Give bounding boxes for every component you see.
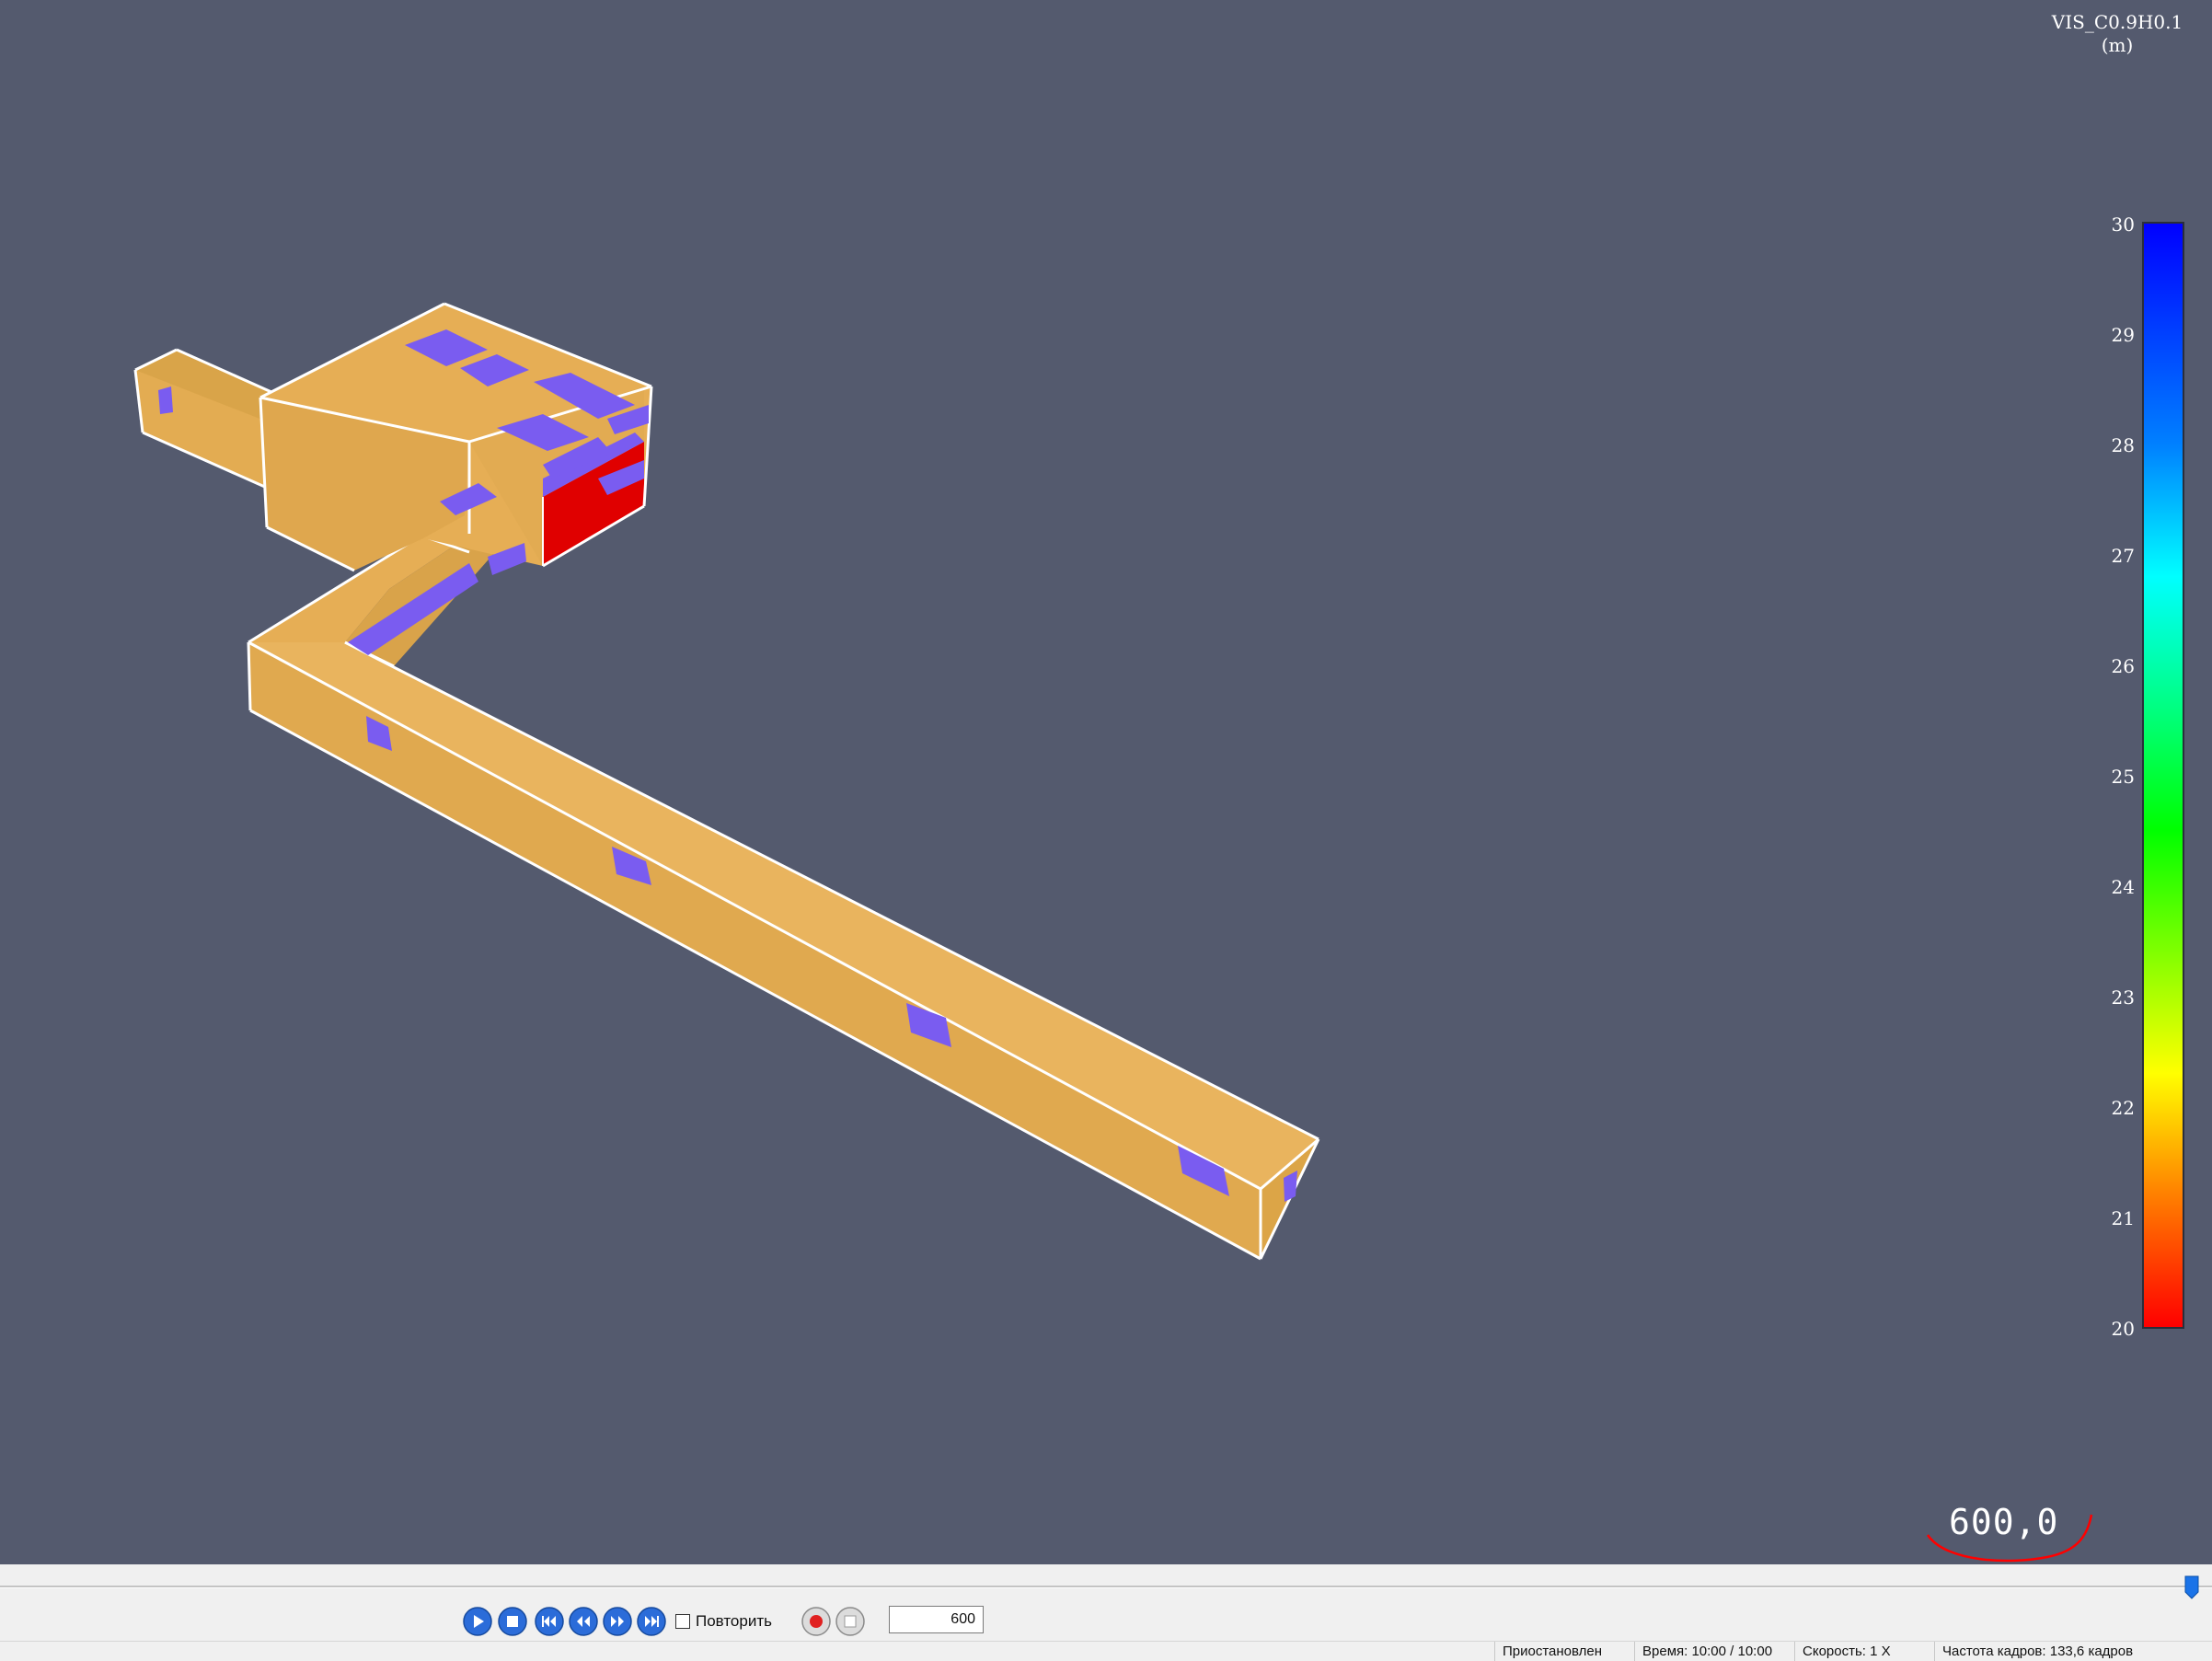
step-back-icon	[569, 1607, 598, 1636]
stop-icon	[498, 1607, 527, 1636]
slider-track[interactable]	[0, 1586, 2212, 1588]
step-forward-button[interactable]	[602, 1606, 633, 1637]
repeat-label: Повторить	[696, 1612, 772, 1630]
repeat-checkbox[interactable]	[675, 1614, 690, 1629]
quantity-name: VIS_C0.9H0.1	[2051, 11, 2183, 33]
stop-record-button[interactable]	[835, 1606, 866, 1637]
skip-last-icon	[637, 1607, 666, 1636]
stop-button[interactable]	[497, 1606, 528, 1637]
record-stop-icon	[835, 1607, 865, 1636]
skip-to-first-button[interactable]	[534, 1606, 565, 1637]
colorbar-tick-label: 22	[2111, 1097, 2135, 1119]
colorbar-tick-label: 20	[2111, 1318, 2135, 1340]
status-bar: Приостановлен Время: 10:00 / 10:00 Скоро…	[0, 1641, 2212, 1661]
colorbar	[2142, 222, 2184, 1329]
play-button[interactable]	[462, 1606, 493, 1637]
colorbar-tick-label: 26	[2111, 655, 2135, 677]
colorbar-tick-label: 24	[2111, 876, 2135, 898]
3d-viewport[interactable]: VIS_C0.9H0.1 (m) 30 29 28 27 26 25 24 23 22 21 20 …	[0, 0, 2212, 1564]
quantity-unit: (m)	[2101, 34, 2134, 56]
record-icon	[801, 1607, 831, 1636]
colorbar-tick-label: 29	[2111, 324, 2135, 346]
frame-input[interactable]	[889, 1606, 984, 1633]
skip-first-icon	[535, 1607, 564, 1636]
status-fps: Частота кадров: 133,6 кадров	[1934, 1642, 2212, 1661]
annotation-underline	[1926, 1514, 2093, 1563]
status-time: Время: 10:00 / 10:00	[1634, 1642, 1799, 1661]
time-slider[interactable]	[0, 1564, 2212, 1601]
step-back-button[interactable]	[568, 1606, 599, 1637]
colorbar-tick-label: 21	[2111, 1207, 2135, 1229]
colorbar-tick-label: 30	[2111, 213, 2135, 236]
skip-to-last-button[interactable]	[636, 1606, 667, 1637]
play-icon	[463, 1607, 492, 1636]
main-block	[259, 302, 653, 575]
record-button[interactable]	[801, 1606, 832, 1637]
slider-thumb[interactable]	[2184, 1575, 2199, 1599]
colorbar-tick-label: 23	[2111, 986, 2135, 1009]
colorbar-tick-label: 28	[2111, 434, 2135, 456]
colorbar-tick-label: 27	[2111, 545, 2135, 567]
quantity-label: VIS_C0.9H0.1 (m)	[2025, 11, 2209, 57]
side-room	[133, 348, 272, 490]
repeat-toggle[interactable]: Повторить	[675, 1609, 772, 1633]
status-speed: Скорость: 1 X	[1794, 1642, 1939, 1661]
building-model[interactable]	[0, 0, 2212, 1564]
playback-controls: Повторить	[0, 1601, 2212, 1641]
step-forward-icon	[603, 1607, 632, 1636]
status-state: Приостановлен	[1494, 1642, 1639, 1661]
long-corridor	[247, 640, 1320, 1261]
colorbar-tick-label: 25	[2111, 766, 2135, 788]
